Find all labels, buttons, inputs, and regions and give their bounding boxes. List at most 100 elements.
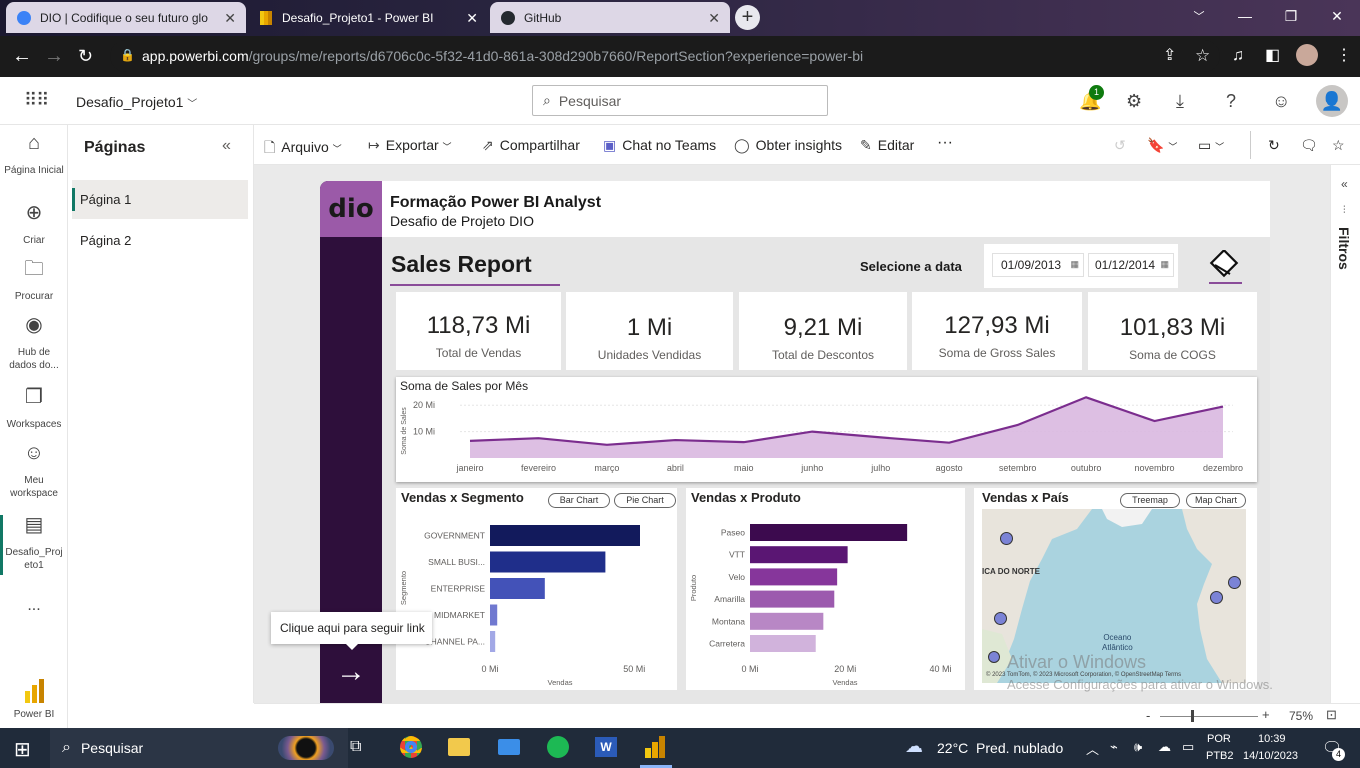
- tab-search-icon[interactable]: ﹀: [1176, 0, 1222, 32]
- zoom-out-button[interactable]: -: [1146, 708, 1150, 723]
- bookmark-star-icon[interactable]: ☆: [1195, 45, 1210, 67]
- left-navigation: ⌂ Página Inicial ⊕ Criar 🗀 Procurar ◉ Hub de…: [0, 125, 68, 728]
- tray-cloud-icon[interactable]: ☁: [1158, 739, 1171, 755]
- sales-by-month-chart[interactable]: Soma de Sales por Mês 10 Mi 20 Mi Soma de …: [396, 377, 1257, 482]
- share-icon[interactable]: ⇪: [1163, 45, 1176, 67]
- browser-tab-powerbi[interactable]: Desafio_Projeto1 - Power BI ✕: [248, 2, 488, 33]
- nav-create[interactable]: ⊕ Criar: [0, 203, 68, 247]
- filters-pane[interactable]: « ⫶ Filtros: [1330, 165, 1360, 703]
- link-tooltip: Clique aqui para seguir link: [271, 612, 432, 644]
- language-top[interactable]: POR: [1207, 733, 1231, 745]
- nav-report-desafio[interactable]: ▤ Desafio_Projeto1: [0, 515, 68, 572]
- mail-icon[interactable]: [498, 739, 520, 755]
- chat-teams-button[interactable]: ▣ Chat no Teams: [603, 137, 716, 154]
- reload-icon[interactable]: ↻: [78, 45, 93, 67]
- nav-home[interactable]: ⌂ Página Inicial: [0, 133, 68, 177]
- spotify-icon[interactable]: [547, 736, 569, 758]
- bookmark-icon[interactable]: 🔖 ﹀: [1147, 137, 1177, 154]
- map-bubble[interactable]: [994, 612, 1007, 625]
- url-field[interactable]: 🔒 app.powerbi.com/groups/me/reports/d670…: [110, 40, 1220, 72]
- settings-gear-icon[interactable]: ⚙: [1126, 91, 1142, 112]
- tray-chevron-icon[interactable]: ︿: [1086, 739, 1099, 758]
- x-axis-label: Vendas: [832, 678, 857, 687]
- view-icon[interactable]: ▭ ﹀: [1198, 137, 1224, 154]
- exportar-menu[interactable]: ↦ Exportar ﹀: [368, 137, 452, 154]
- sidepanel-icon[interactable]: ◧: [1265, 45, 1280, 67]
- more-options-button[interactable]: ···: [937, 134, 953, 152]
- windows-start-icon[interactable]: ⊞: [14, 737, 31, 762]
- taskbar-search[interactable]: ⌕ Pesquisar: [50, 728, 348, 768]
- weather-text[interactable]: 22°C Pred. nublado: [937, 740, 1063, 756]
- map-bubble[interactable]: [1210, 591, 1223, 604]
- product-bar-chart[interactable]: Vendas x Produto Paseo VTT Velo Amarilla Mon…: [686, 488, 965, 690]
- map-bubble[interactable]: [1228, 576, 1241, 589]
- map-chart-toggle[interactable]: Map Chart: [1186, 493, 1246, 508]
- powerbi-taskbar-icon[interactable]: [645, 736, 665, 758]
- window-close-button[interactable]: ✕: [1314, 0, 1360, 32]
- clock-time[interactable]: 10:39: [1258, 733, 1286, 745]
- zoom-slider-thumb[interactable]: [1191, 710, 1194, 722]
- tab-title: DIO | Codifique o seu futuro glo: [40, 10, 208, 25]
- nav-workspaces[interactable]: ❐ Workspaces: [0, 387, 68, 431]
- close-icon[interactable]: ✕: [224, 10, 236, 27]
- report-title: Formação Power BI Analyst: [390, 194, 602, 211]
- chrome-icon[interactable]: [400, 736, 422, 758]
- compartilhar-button[interactable]: ⇗ Compartilhar: [482, 137, 580, 154]
- refresh-icon[interactable]: ↻: [1268, 137, 1280, 154]
- powerbi-header: ⠿⠿ Desafio_Projeto1 ﹀ ⌕ Pesquisar 🔔 1 ⚙ …: [0, 77, 1360, 125]
- profile-avatar[interactable]: [1296, 44, 1318, 66]
- media-icon[interactable]: ♫: [1232, 45, 1244, 67]
- eraser-icon[interactable]: [1208, 248, 1242, 280]
- minimize-button[interactable]: —: [1222, 0, 1268, 32]
- editar-button[interactable]: ✎ Editar: [860, 137, 914, 154]
- file-explorer-icon[interactable]: [448, 738, 470, 756]
- arrow-right-icon[interactable]: →: [334, 655, 368, 689]
- workspace-title[interactable]: Desafio_Projeto1 ﹀: [76, 94, 197, 110]
- task-view-icon[interactable]: ⧉: [350, 738, 361, 756]
- segment-bar-chart[interactable]: Vendas x Segmento Bar Chart Pie Chart GO…: [396, 488, 677, 690]
- download-icon[interactable]: ⤓: [1176, 91, 1184, 112]
- treemap-toggle[interactable]: Treemap: [1120, 493, 1180, 508]
- report-header: Formação Power BI Analyst Desafio de Pro…: [382, 181, 1270, 237]
- zoom-in-button[interactable]: +: [1262, 707, 1270, 722]
- user-avatar[interactable]: 👤: [1316, 85, 1348, 117]
- maximize-button[interactable]: ❐: [1268, 0, 1314, 32]
- expand-filters-icon[interactable]: «: [1341, 177, 1348, 191]
- date-end-input[interactable]: 01/12/2014 ▦: [1088, 253, 1174, 277]
- feedback-icon[interactable]: ☺: [1272, 91, 1290, 112]
- help-icon[interactable]: ?: [1226, 91, 1236, 112]
- forward-icon[interactable]: →: [44, 45, 64, 67]
- close-icon[interactable]: ✕: [466, 10, 478, 27]
- arquivo-menu[interactable]: 🗋 Arquivo ﹀: [264, 137, 342, 161]
- new-tab-button[interactable]: +: [735, 5, 760, 30]
- map-bubble[interactable]: [1000, 532, 1013, 545]
- collapse-pane-icon[interactable]: «: [222, 137, 231, 155]
- browser-tab-dio[interactable]: DIO | Codifique o seu futuro glo ✕: [6, 2, 246, 33]
- map-bubble[interactable]: [988, 651, 1000, 663]
- tray-volume-icon[interactable]: 🕪: [1134, 739, 1142, 755]
- tray-network-icon[interactable]: ⌁: [1110, 739, 1118, 755]
- app-launcher-icon[interactable]: ⠿⠿: [24, 90, 49, 111]
- browser-tab-github[interactable]: GitHub ✕: [490, 2, 730, 33]
- back-icon[interactable]: ←: [12, 45, 32, 67]
- menu-icon[interactable]: ⋮: [1336, 45, 1352, 67]
- word-icon[interactable]: W: [595, 737, 617, 757]
- nav-browse[interactable]: 🗀 Procurar: [0, 259, 68, 303]
- nav-more[interactable]: ...: [0, 598, 68, 614]
- fit-page-icon[interactable]: ⊡: [1326, 707, 1337, 723]
- search-input[interactable]: ⌕ Pesquisar: [532, 85, 828, 116]
- page-item-1[interactable]: Página 1: [72, 180, 248, 219]
- page-item-2[interactable]: Página 2: [72, 221, 248, 260]
- close-icon[interactable]: ✕: [708, 10, 720, 27]
- zoom-slider-track[interactable]: [1160, 716, 1258, 717]
- language-bottom[interactable]: PTB2: [1206, 750, 1234, 762]
- insights-button[interactable]: ◯ Obter insights: [734, 137, 842, 154]
- nav-my-workspace[interactable]: ☺ Meu workspace: [0, 443, 68, 500]
- tray-display-icon[interactable]: ▭: [1182, 739, 1194, 755]
- date-start-input[interactable]: 01/09/2013 ▦: [992, 253, 1084, 277]
- clock-date[interactable]: 14/10/2023: [1243, 750, 1298, 762]
- kpi-card-cogs: 101,83 Mi Soma de COGS: [1088, 292, 1257, 370]
- comment-icon[interactable]: 🗨: [1300, 137, 1318, 154]
- favorite-star-icon[interactable]: ☆: [1332, 137, 1345, 154]
- nav-datahub[interactable]: ◉ Hub de dados do...: [0, 315, 68, 372]
